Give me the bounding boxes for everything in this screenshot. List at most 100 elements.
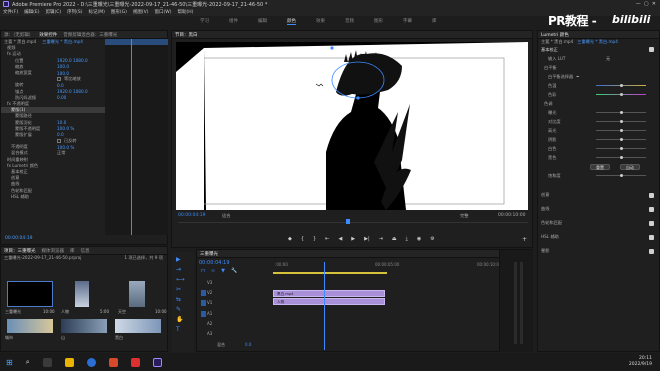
v2-target[interactable]	[201, 290, 206, 296]
fx-row-value[interactable]: 100.0	[57, 71, 69, 76]
section-toggle[interactable]	[649, 234, 654, 240]
step-back-icon[interactable]: ◀	[338, 236, 342, 242]
tone-title[interactable]: 色调	[538, 99, 659, 108]
premiere-taskbar-icon[interactable]	[152, 357, 162, 367]
auto-button[interactable]: 自动	[620, 163, 640, 170]
menu-help[interactable]: 帮助(H)	[177, 9, 193, 15]
file-explorer-icon[interactable]	[64, 357, 74, 367]
fx-row-value[interactable]: 10.0	[57, 120, 66, 125]
section-creative[interactable]: 创意	[538, 188, 659, 202]
menu-view[interactable]: 视图(V)	[133, 9, 149, 15]
program-timecode[interactable]: 00:00:04:19	[178, 213, 205, 218]
checkbox-icon[interactable]	[57, 139, 61, 144]
menu-graphics[interactable]: 图形(G)	[111, 9, 127, 15]
track-label-v2[interactable]: V2	[207, 290, 212, 295]
thumb-sequence[interactable]	[7, 281, 53, 307]
type-tool-icon[interactable]: T	[176, 326, 180, 333]
snap-icon[interactable]: ⊓	[201, 268, 205, 274]
pen-tool-icon[interactable]: ✎	[176, 306, 181, 313]
track-label-v3[interactable]: V3	[207, 280, 212, 285]
section-color-wheels[interactable]: 色轮和匹配	[538, 216, 659, 230]
slip-tool-icon[interactable]: ⇆	[176, 296, 181, 303]
timeline-timecode[interactable]: 00:00:04:19	[199, 260, 230, 266]
thumb-bw[interactable]	[115, 319, 161, 333]
playhead[interactable]	[131, 39, 132, 235]
fx-row[interactable]: HSL 辅助	[1, 194, 105, 200]
tab-sequence[interactable]: 三重曝光	[200, 251, 218, 257]
track-select-tool-icon[interactable]: ⇥	[176, 266, 181, 273]
app-icon[interactable]	[108, 357, 118, 367]
thumb-person[interactable]	[75, 281, 89, 307]
program-zoom[interactable]: 适合	[222, 213, 230, 219]
video-canvas[interactable]	[176, 42, 528, 210]
fx-row-value[interactable]: 0.00	[57, 95, 66, 100]
program-scrub-bar[interactable]	[178, 219, 528, 232]
menu-marker[interactable]: 标记(M)	[89, 9, 105, 15]
menu-file[interactable]: 文件(F)	[3, 9, 18, 15]
add-marker-icon[interactable]: ▼	[221, 268, 225, 274]
section-toggle[interactable]	[649, 192, 654, 198]
workspace-edit[interactable]: 编辑	[258, 18, 267, 24]
menu-window[interactable]: 窗口(W)	[155, 9, 172, 15]
contrast-slider[interactable]: 对比度	[538, 117, 659, 126]
tab-media-browser[interactable]: 媒体浏览器	[42, 248, 65, 254]
work-area-bar[interactable]	[273, 272, 387, 274]
clip-v1[interactable]: 人物	[273, 298, 385, 305]
timeline-ruler[interactable]: :00:00 00:00:05:00 00:00:10:00	[273, 262, 531, 270]
track-label-v1[interactable]: V1	[207, 300, 212, 305]
fx-row-value[interactable]: 1920.0 1080.0	[57, 58, 88, 63]
tab-info[interactable]: 信息	[81, 248, 90, 254]
tab-source[interactable]: 源：（无剪辑）	[4, 32, 33, 38]
section-toggle[interactable]	[649, 47, 654, 53]
blend-mode-select[interactable]: 正常	[57, 150, 65, 156]
fx-row-value[interactable]: 100.0 %	[57, 126, 74, 131]
fx-row-value[interactable]: 0.0	[57, 132, 64, 137]
go-to-in-icon[interactable]: ⇤	[325, 236, 329, 242]
settings-icon[interactable]: ⚙	[430, 236, 434, 242]
program-playhead[interactable]	[346, 219, 350, 224]
mark-out-icon[interactable]: }	[313, 236, 316, 242]
fx-row-value[interactable]: 0.0	[57, 83, 64, 88]
thumb-sky[interactable]	[129, 281, 145, 307]
workspace-assembly[interactable]: 组件	[229, 18, 238, 24]
saturation-slider[interactable]: 饱和度	[538, 171, 659, 180]
tab-program[interactable]: 节目：黑白	[175, 32, 198, 38]
window-controls[interactable]: — ▢ ✕	[636, 1, 656, 7]
wb-title[interactable]: 白平衡	[538, 63, 659, 72]
marker-icon[interactable]: ◆	[288, 236, 292, 242]
section-basic-correction[interactable]: 基本校正	[538, 45, 659, 54]
lift-icon[interactable]: ⏏	[392, 236, 397, 242]
play-icon[interactable]: ▶	[351, 236, 355, 242]
lut-select[interactable]: 无	[606, 56, 610, 62]
section-vignette[interactable]: 晕影	[538, 244, 659, 258]
hand-tool-icon[interactable]: ✋	[176, 316, 183, 323]
selection-tool-icon[interactable]: ▶	[176, 256, 181, 263]
workspace-libraries[interactable]: 库	[432, 18, 437, 24]
search-icon[interactable]: ⌕	[26, 358, 30, 367]
step-forward-icon[interactable]: ▶|	[364, 236, 370, 242]
menu-edit[interactable]: 编辑(E)	[24, 9, 39, 15]
reset-button[interactable]: 重置	[590, 163, 610, 170]
clock[interactable]: 20:11 2022/9/19	[629, 356, 652, 368]
section-toggle[interactable]	[649, 206, 654, 212]
ripple-edit-tool-icon[interactable]: ⟷	[176, 276, 185, 283]
tab-audio-mixer[interactable]: 音频剪辑混合器：三重曝光	[63, 32, 117, 38]
exposure-slider[interactable]: 曝光	[538, 108, 659, 117]
tint-slider[interactable]: 色彩	[538, 90, 659, 99]
thumb-mountain[interactable]	[61, 319, 107, 333]
highlights-slider[interactable]: 高光	[538, 126, 659, 135]
shadows-slider[interactable]: 阴影	[538, 135, 659, 144]
app-icon[interactable]	[130, 357, 140, 367]
fx-row-value[interactable]: 1920.0 1080.0	[57, 89, 88, 94]
windows-start-icon[interactable]: ⊞	[6, 358, 13, 367]
timeline-playhead[interactable]	[324, 262, 325, 350]
menu-sequence[interactable]: 序列(S)	[67, 9, 82, 15]
fx-row-value[interactable]: 100.0	[57, 64, 69, 69]
mark-in-icon[interactable]: {	[301, 236, 304, 242]
edge-icon[interactable]	[86, 357, 96, 367]
extract-icon[interactable]: ⤓	[406, 236, 408, 242]
section-curves[interactable]: 曲线	[538, 202, 659, 216]
linked-selection-icon[interactable]: ∞	[211, 268, 215, 274]
task-view-icon[interactable]	[42, 357, 52, 367]
section-toggle[interactable]	[649, 248, 654, 254]
